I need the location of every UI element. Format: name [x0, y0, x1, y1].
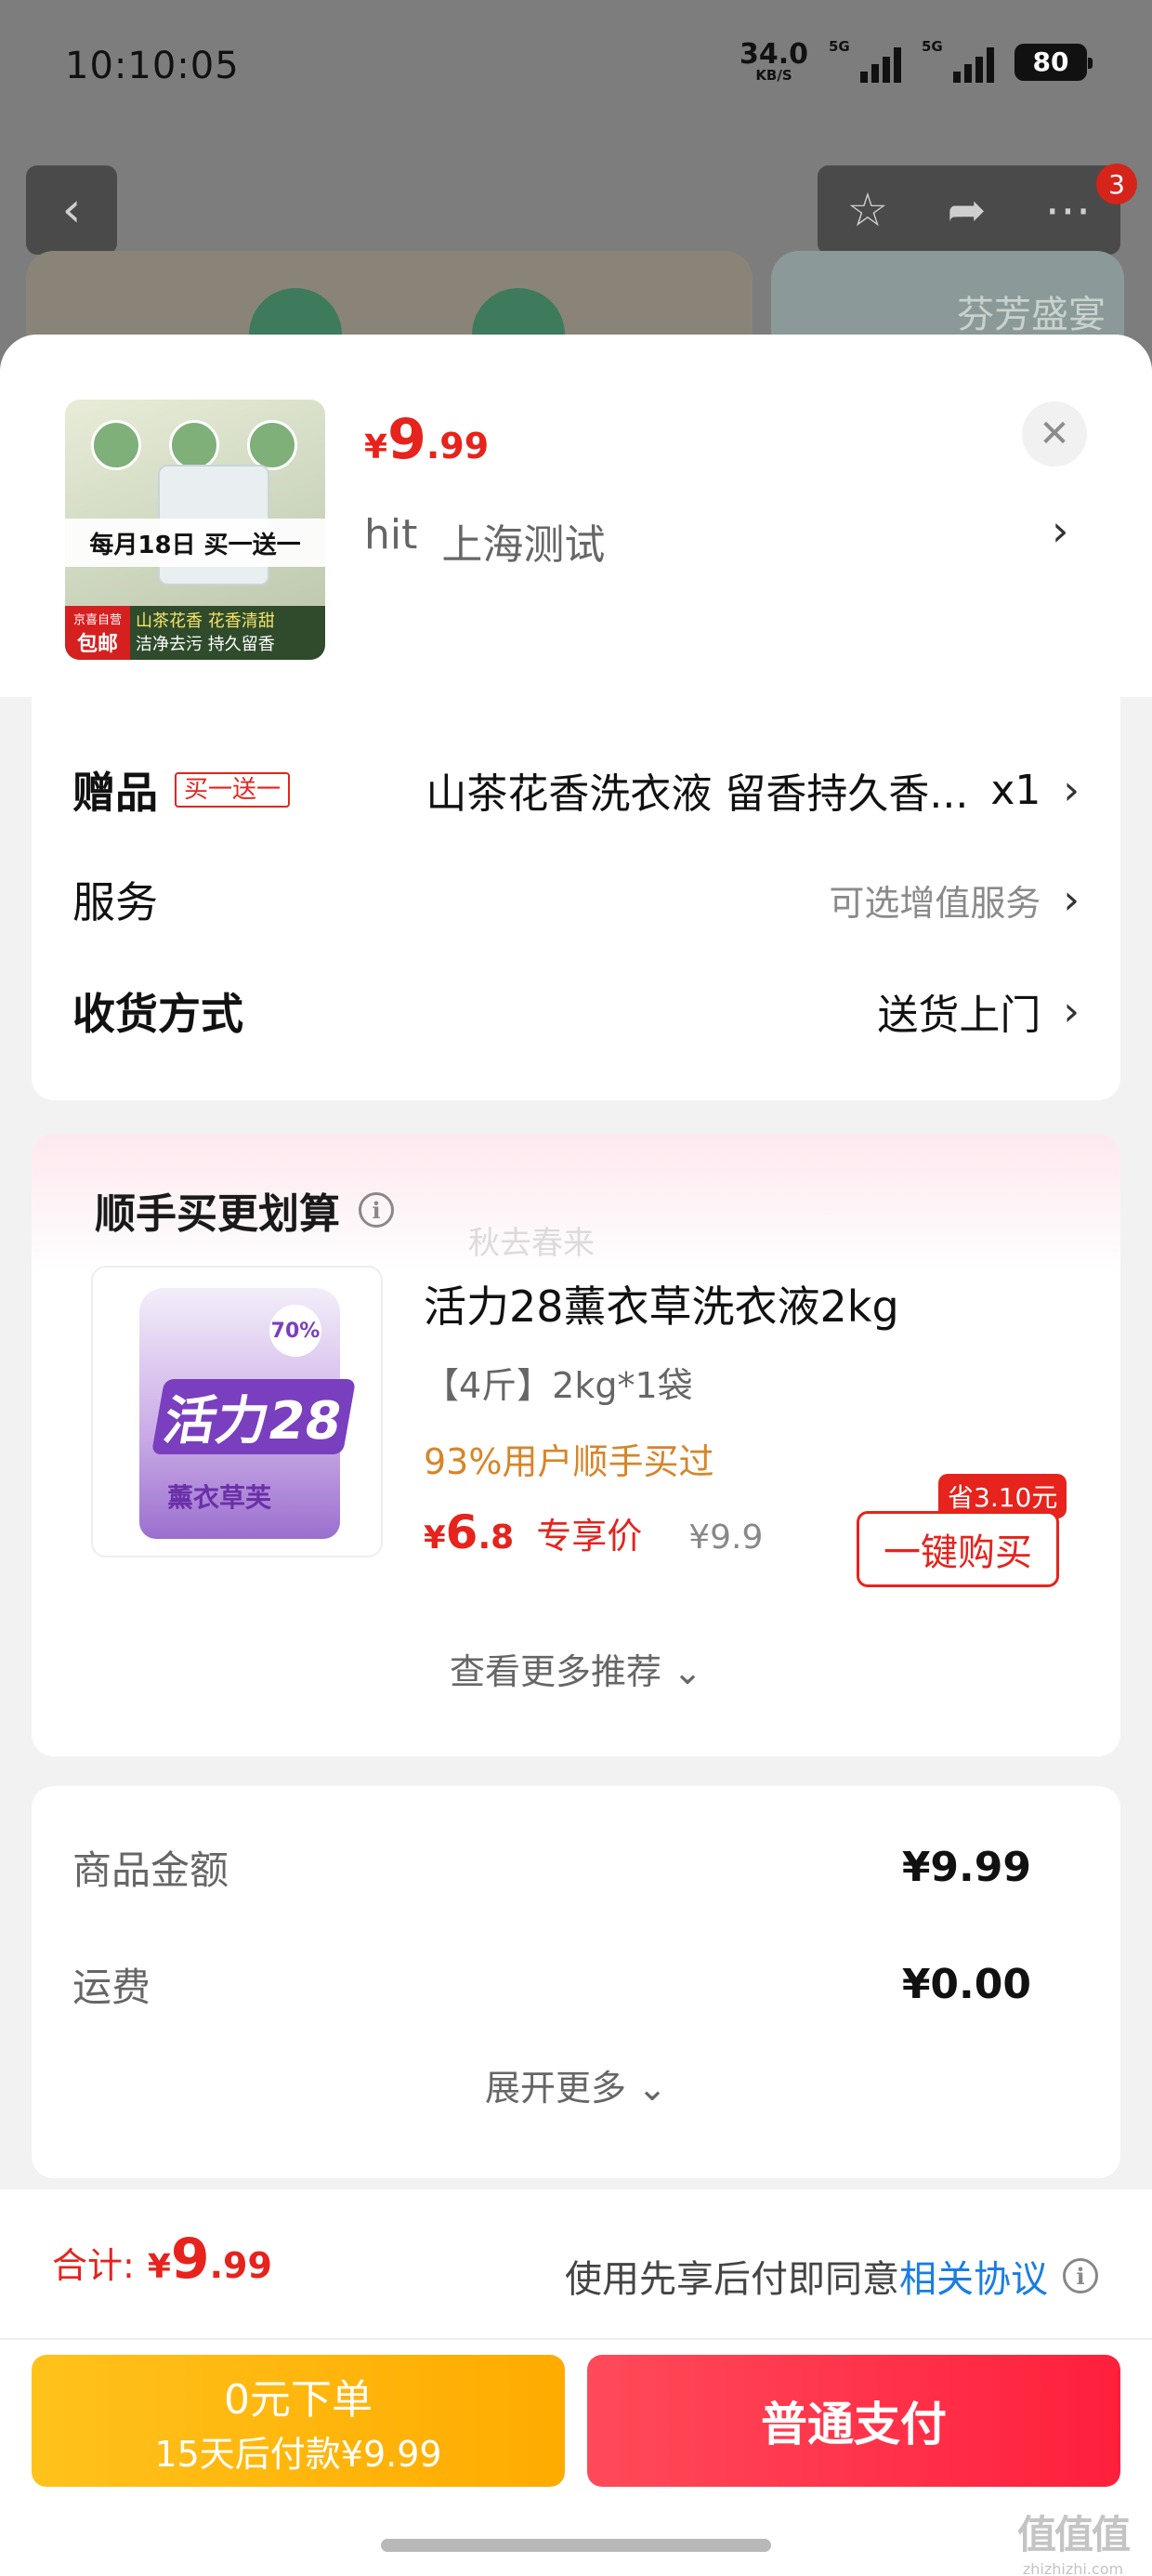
bottom-bar: 合计: ¥ 9 .99 使用先享后付即同意相关协议 i 0元下单 15天后付款¥… [0, 2189, 1152, 2576]
service-value: 可选增值服务 › [829, 875, 1080, 924]
signal-icon: 5G [922, 38, 994, 83]
share-icon[interactable]: ➦ [947, 183, 986, 237]
site-watermark: 值值值 zhizhizhi.com [1016, 2512, 1131, 2576]
info-icon[interactable]: i [1063, 2258, 1098, 2293]
options-card: 赠品 买一送一 山茶花香洗衣液 留香持久香... x1 › 服务 可选增值服务 … [32, 697, 1120, 1100]
top-actions: ☆ ➦ ⋯ [818, 165, 1120, 255]
pay-later-subtitle: 15天后付款¥9.99 [154, 2433, 442, 2475]
product-price: ¥ 9 .99 [364, 407, 490, 472]
shipping-value: ¥0.00 [901, 1960, 1031, 2008]
shipping-row: 运费 ¥0.00 [72, 1952, 1031, 2017]
expand-more-link[interactable]: 展开更多 ⌄ [32, 2059, 1120, 2110]
recommend-product-name[interactable]: 活力28薰衣草洗衣液2kg [424, 1273, 899, 1334]
info-icon[interactable]: i [359, 1192, 394, 1228]
recommend-title: 顺手买更划算 i [95, 1180, 394, 1240]
sheet-header: 每月18日 买一送一 京喜自营 包邮 山茶花香 花香清甜 洁净去污 持久留香 ¥… [0, 335, 1152, 697]
agreement-link[interactable]: 相关协议 [899, 2258, 1048, 2301]
recommend-price: ¥ 6 .8 专享价 ¥9.9 [424, 1505, 764, 1559]
agreement-text: 使用先享后付即同意相关协议 i [565, 2249, 1098, 2303]
address-name: hit [364, 511, 418, 559]
chevron-down-icon: ⌄ [637, 2068, 667, 2109]
more-icon[interactable]: ⋯ [1044, 183, 1091, 237]
chevron-right-icon: › [1063, 987, 1080, 1035]
close-icon[interactable]: ✕ [1022, 401, 1087, 467]
address-city: 上海测试 [441, 521, 606, 569]
divider [0, 2338, 1152, 2340]
chevron-down-icon: ⌄ [673, 1651, 702, 1692]
goods-amount-label: 商品金额 [72, 1847, 229, 1893]
thumbnail-tag: 京喜自营 包邮 [65, 606, 130, 660]
thumbnail-banner: 每月18日 买一送一 [65, 519, 325, 567]
watermark: 秋去春来 [468, 1225, 595, 1262]
gift-row[interactable]: 赠品 买一送一 山茶花香洗衣液 留香持久香... x1 › [72, 753, 1080, 827]
net-speed-unit: KB/S [755, 67, 792, 84]
delivery-row[interactable]: 收货方式 送货上门 › [72, 974, 1080, 1048]
image-logo: 活力28 [151, 1379, 357, 1454]
star-icon[interactable]: ☆ [847, 183, 889, 237]
status-bar: 10:10:05 34.0 KB/S 5G 5G 80 [0, 0, 1152, 139]
pay-later-button[interactable]: 0元下单 15天后付款¥9.99 [32, 2355, 565, 2487]
old-price: ¥9.9 [688, 1518, 764, 1557]
delivery-value: 送货上门 › [877, 987, 1080, 1040]
signal-label: 5G [829, 37, 850, 55]
recommend-product-image[interactable]: 70% 活力28 薰衣草芙 [91, 1266, 383, 1557]
image-percent: 70% [269, 1305, 321, 1357]
back-icon[interactable]: ‹ [26, 165, 117, 255]
status-time: 10:10:05 [65, 45, 240, 87]
goods-amount-row: 商品金额 ¥9.99 [72, 1834, 1031, 1899]
total-price: 合计: ¥ 9 .99 [52, 2227, 272, 2292]
signal-icon: 5G [829, 38, 901, 83]
gift-qty: x1 [990, 766, 1041, 814]
more-recommend-link[interactable]: 查看更多推荐 ⌄ [32, 1643, 1120, 1694]
summary-card: 商品金额 ¥9.99 运费 ¥0.00 展开更多 ⌄ [32, 1786, 1120, 2178]
gift-tag: 买一送一 [175, 772, 291, 808]
gift-label: 赠品 [72, 768, 158, 818]
total-label: 合计: [52, 2245, 135, 2286]
status-indicators: 34.0 KB/S 5G 5G 80 [740, 38, 1093, 83]
gift-value: 山茶花香洗衣液 留香持久香... x1 › [425, 766, 1080, 819]
service-label: 服务 [72, 877, 158, 927]
net-speed-value: 34.0 [739, 38, 808, 71]
background-banner-text: 芬芳盛宴 [957, 294, 1106, 336]
pay-later-title: 0元下单 [224, 2375, 373, 2424]
shipping-label: 运费 [72, 1964, 151, 2010]
battery-icon: 80 [1015, 43, 1093, 81]
normal-pay-button[interactable]: 普通支付 [587, 2355, 1120, 2487]
thumbnail-slogan: 山茶花香 花香清甜 洁净去污 持久留香 [136, 611, 275, 654]
delivery-label: 收货方式 [72, 989, 243, 1039]
signal-label: 5G [922, 37, 943, 55]
network-speed: 34.0 KB/S [740, 41, 808, 83]
chevron-right-icon: › [1063, 875, 1080, 924]
home-indicator[interactable] [381, 2539, 771, 2552]
service-row[interactable]: 服务 可选增值服务 › [72, 862, 1080, 937]
goods-amount-value: ¥9.99 [901, 1843, 1031, 1891]
product-thumbnail: 每月18日 买一送一 京喜自营 包邮 山茶花香 花香清甜 洁净去污 持久留香 [65, 400, 325, 660]
background-page: 10:10:05 34.0 KB/S 5G 5G 80 ‹ ☆ ➦ ⋯ 3 芬芳… [0, 0, 1152, 381]
one-click-buy-button[interactable]: 一键购买 [857, 1511, 1059, 1587]
notification-badge: 3 [1096, 164, 1137, 204]
chevron-right-icon: › [1063, 766, 1080, 814]
recommend-product-spec: 【4斤】2kg*1袋 [424, 1365, 693, 1406]
exclusive-label: 专享价 [536, 1516, 643, 1557]
chevron-right-icon[interactable]: › [1052, 506, 1068, 556]
address-selector[interactable]: hit 上海测试 [364, 511, 605, 571]
recommend-card: 顺手买更划算 i 秋去春来 70% 活力28 薰衣草芙 活力28薰衣草洗衣液2k… [32, 1134, 1120, 1756]
image-subtitle: 薰衣草芙 [167, 1482, 272, 1513]
recommend-hint: 93%用户顺手买过 [424, 1441, 714, 1482]
